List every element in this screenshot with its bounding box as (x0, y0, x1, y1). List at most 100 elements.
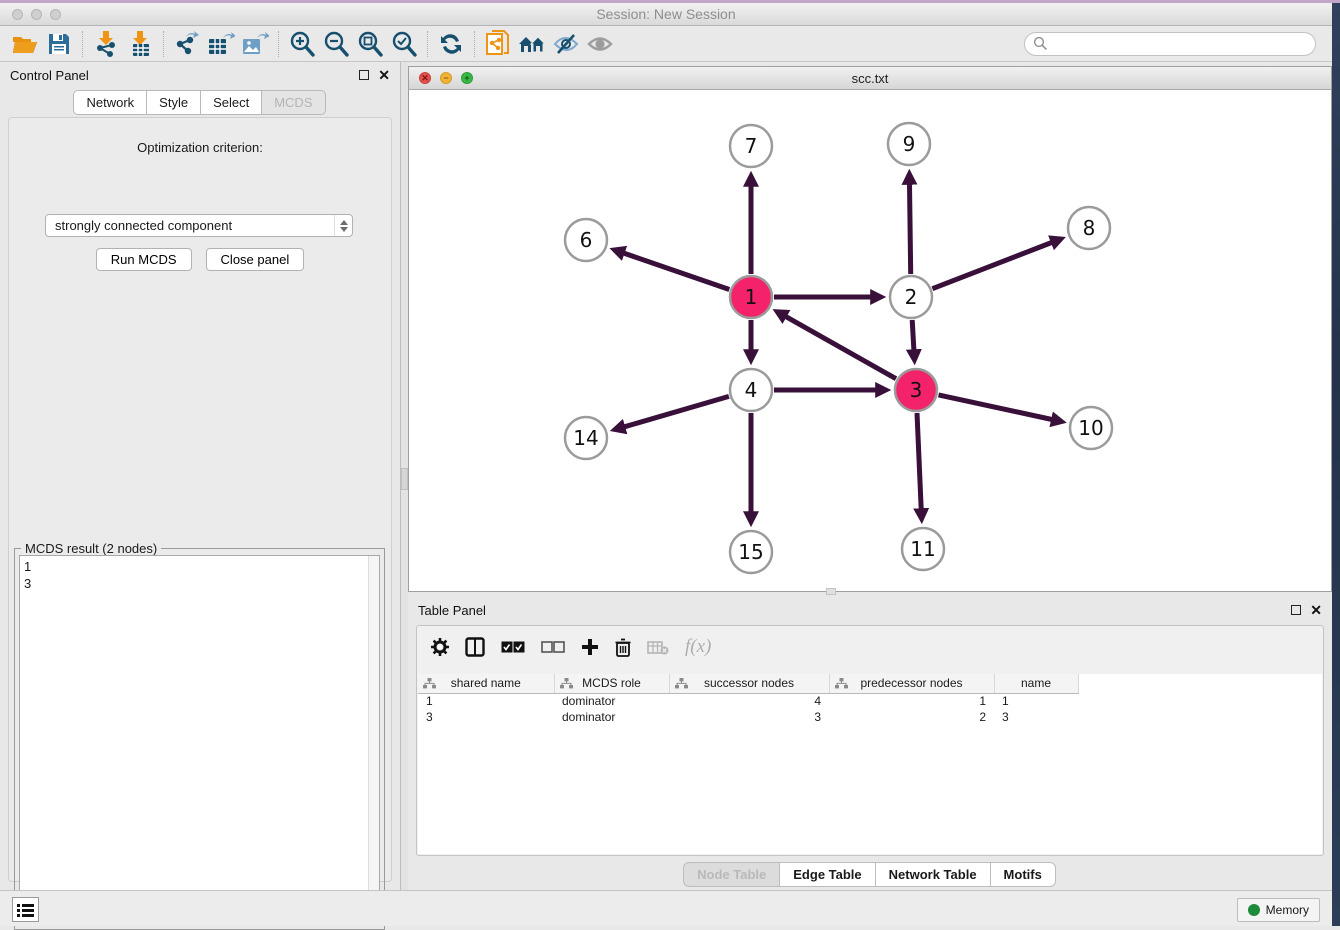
table-panel-title: Table Panel (418, 603, 486, 618)
tab-mcds[interactable]: MCDS (261, 90, 325, 115)
column-header-name[interactable]: name (994, 674, 1078, 693)
import-table-button[interactable] (123, 29, 157, 59)
panel-splitter[interactable] (400, 62, 408, 890)
tab-edge-table[interactable]: Edge Table (779, 862, 875, 887)
select-all-button[interactable] (501, 641, 525, 654)
edge-2-8[interactable] (932, 243, 1051, 289)
create-column-button[interactable] (581, 638, 599, 656)
table-cell[interactable]: 1 (418, 693, 554, 709)
node-table[interactable]: shared nameMCDS rolesuccessor nodesprede… (418, 674, 1322, 854)
node-4[interactable]: 4 (730, 369, 772, 411)
split-columns-icon (465, 637, 485, 657)
import-network-button[interactable] (89, 29, 123, 59)
column-header-shared-name[interactable]: shared name (418, 674, 554, 693)
open-session-button[interactable] (8, 29, 42, 59)
table-cell[interactable]: dominator (554, 709, 669, 725)
export-table-button[interactable] (204, 29, 238, 59)
zoom-out-button[interactable] (319, 29, 353, 59)
column-header-MCDS-role[interactable]: MCDS role (554, 674, 669, 693)
network-resize-grip[interactable] (826, 588, 836, 595)
tab-network[interactable]: Network (73, 90, 147, 115)
optimization-criterion-dropdown[interactable]: strongly connected component (45, 214, 353, 237)
export-network-button[interactable] (170, 29, 204, 59)
table-settings-button[interactable] (431, 638, 449, 656)
result-scrollbar[interactable] (368, 556, 379, 924)
node-6[interactable]: 6 (565, 219, 607, 261)
edge-4-14[interactable] (624, 396, 729, 426)
table-cell[interactable]: 3 (418, 709, 554, 725)
node-10[interactable]: 10 (1070, 407, 1112, 449)
node-15[interactable]: 15 (730, 531, 772, 573)
close-table-panel-icon[interactable]: ✕ (1310, 605, 1322, 615)
network-zoom-button[interactable]: + (461, 72, 473, 84)
close-panel-icon[interactable]: ✕ (378, 70, 390, 80)
delete-column-button[interactable] (615, 638, 631, 657)
run-mcds-button[interactable]: Run MCDS (96, 248, 192, 271)
table-cell[interactable]: 3 (994, 709, 1078, 725)
splitter-grip[interactable] (401, 468, 408, 490)
hide-selected-button[interactable] (549, 29, 583, 59)
node-1[interactable]: 1 (730, 276, 772, 318)
network-window-titlebar[interactable]: ✕ − + scc.txt (409, 67, 1331, 90)
edge-1-6[interactable] (624, 253, 730, 289)
memory-button[interactable]: Memory (1237, 898, 1320, 922)
table-row[interactable]: 1dominator411 (418, 693, 1322, 709)
network-canvas[interactable]: 7 9 6 8 1 2 4 3 14 10 15 11 (409, 90, 1331, 591)
float-table-panel-icon[interactable] (1291, 605, 1301, 615)
network-window-title: scc.txt (409, 71, 1331, 86)
show-all-button[interactable] (583, 29, 617, 59)
table-cell[interactable]: dominator (554, 693, 669, 709)
svg-text:9: 9 (903, 132, 916, 156)
save-session-button[interactable] (42, 29, 76, 59)
table-row[interactable]: 3dominator323 (418, 709, 1322, 725)
tab-motifs[interactable]: Motifs (990, 862, 1056, 887)
refresh-button[interactable] (434, 29, 468, 59)
function-builder-button[interactable]: f(x) (685, 636, 711, 658)
new-network-from-selection-button[interactable] (481, 29, 515, 59)
table-cell[interactable]: 3 (669, 709, 829, 725)
table-cell[interactable]: 1 (994, 693, 1078, 709)
search-field[interactable] (1024, 32, 1316, 56)
node-9[interactable]: 9 (888, 123, 930, 165)
zoom-selected-icon (391, 31, 417, 57)
zoom-selected-button[interactable] (387, 29, 421, 59)
first-neighbors-button[interactable] (515, 29, 549, 59)
edge-3-10[interactable] (939, 395, 1052, 420)
edge-3-11[interactable] (917, 413, 921, 509)
deselect-all-button[interactable] (541, 641, 565, 654)
edge-2-9[interactable] (910, 184, 911, 274)
node-8[interactable]: 8 (1068, 207, 1110, 249)
network-minimize-button[interactable]: − (440, 72, 452, 84)
column-tree-icon (560, 678, 573, 689)
edge-2-3[interactable] (912, 320, 914, 350)
table-cell[interactable]: 1 (829, 693, 994, 709)
table-cell[interactable]: 4 (669, 693, 829, 709)
tab-style[interactable]: Style (146, 90, 201, 115)
node-3[interactable]: 3 (895, 369, 937, 411)
node-2[interactable]: 2 (890, 276, 932, 318)
network-close-button[interactable]: ✕ (419, 72, 431, 84)
tab-node-table[interactable]: Node Table (683, 862, 780, 887)
export-network-icon (174, 31, 200, 57)
node-14[interactable]: 14 (565, 417, 607, 459)
table-cell[interactable]: 2 (829, 709, 994, 725)
zoom-out-icon (323, 31, 349, 57)
zoom-in-button[interactable] (285, 29, 319, 59)
close-panel-button[interactable]: Close panel (206, 248, 305, 271)
column-header-successor-nodes[interactable]: successor nodes (669, 674, 829, 693)
tab-select[interactable]: Select (200, 90, 262, 115)
delete-table-button[interactable] (647, 640, 669, 655)
column-header-predecessor-nodes[interactable]: predecessor nodes (829, 674, 994, 693)
task-history-button[interactable] (12, 897, 39, 922)
mcds-result-box[interactable]: 1 3 (19, 555, 380, 925)
show-column-panel-button[interactable] (465, 637, 485, 657)
mcds-tab-content: Optimization criterion: strongly connect… (8, 117, 392, 882)
edge-3-1[interactable] (786, 317, 896, 379)
float-panel-icon[interactable] (359, 70, 369, 80)
node-7[interactable]: 7 (730, 125, 772, 167)
node-11[interactable]: 11 (902, 528, 944, 570)
search-input[interactable] (1048, 34, 1315, 54)
zoom-fit-button[interactable] (353, 29, 387, 59)
export-image-button[interactable] (238, 29, 272, 59)
tab-network-table[interactable]: Network Table (875, 862, 991, 887)
